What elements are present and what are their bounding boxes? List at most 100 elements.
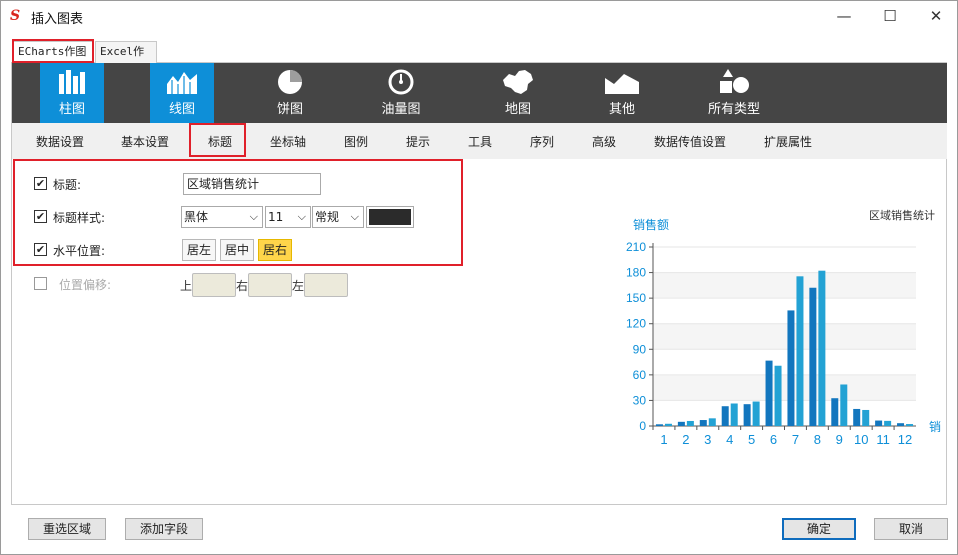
position-offset-row: 位置偏移: 上 右 左 — [21, 273, 361, 299]
bar — [752, 401, 760, 426]
window-title: 插入图表 — [31, 12, 84, 27]
bar — [721, 406, 729, 426]
x-tick-label: 3 — [704, 432, 711, 447]
title-input[interactable]: 区域销售统计 — [183, 173, 321, 195]
bar — [699, 420, 707, 426]
subtab-tools[interactable]: 工具 — [468, 133, 492, 150]
x-tick-label: 11 — [876, 432, 890, 447]
bar — [809, 287, 817, 426]
title-style-checkbox[interactable]: ✔ — [34, 210, 47, 223]
insert-chart-dialog: S 插入图表 — ☐ ✕ ECharts作图 Excel作图 柱图 — [0, 0, 958, 555]
offset-checkbox[interactable] — [34, 277, 47, 290]
hpos-checkbox[interactable]: ✔ — [34, 243, 47, 256]
bar — [840, 384, 848, 426]
chart-type-all-types[interactable]: 所有类型 — [698, 63, 770, 123]
offset-right-input[interactable] — [248, 273, 292, 297]
bar — [765, 360, 773, 426]
chart-type-label: 所有类型 — [707, 102, 760, 117]
title-checkbox[interactable]: ✔ — [34, 177, 47, 190]
x-tick-label: 5 — [748, 432, 755, 447]
font-weight-select[interactable]: 常规 ⌵ — [312, 206, 364, 228]
bar — [730, 403, 738, 426]
maximize-button[interactable]: ☐ — [867, 1, 913, 31]
chart-type-line-chart[interactable]: 线图 — [150, 63, 214, 123]
settings-subtab-bar: 数据设置 基本设置 标题 坐标轴 图例 提示 工具 序列 高级 数据传值设置 扩… — [12, 123, 947, 159]
offset-left-label: 左 — [292, 279, 305, 293]
reselect-area-button[interactable]: 重选区域 — [28, 518, 106, 540]
tab-excel[interactable]: Excel作图 — [95, 41, 157, 78]
y-axis-title: 销售额 — [633, 217, 669, 232]
close-button[interactable]: ✕ — [913, 1, 958, 31]
subtab-title[interactable]: 标题 — [208, 133, 232, 150]
y-tick-label: 120 — [626, 317, 646, 331]
chart-type-pie-chart[interactable]: 饼图 — [258, 63, 322, 123]
align-left-button[interactable]: 居左 — [182, 239, 216, 261]
grid-band — [653, 272, 916, 299]
cancel-button[interactable]: 取消 — [874, 518, 948, 540]
pie-chart-icon — [278, 70, 302, 94]
bar — [818, 270, 826, 426]
title-label: 标题: — [53, 178, 82, 192]
subtab-tooltip[interactable]: 提示 — [406, 133, 430, 150]
bar — [664, 423, 672, 426]
bar — [884, 420, 892, 426]
bar — [686, 420, 694, 426]
title-color-picker[interactable] — [366, 206, 414, 228]
y-tick-label: 150 — [626, 291, 646, 305]
chart-type-other-chart[interactable]: 其他 — [590, 63, 654, 123]
align-center-button[interactable]: 居中 — [220, 239, 254, 261]
y-tick-label: 210 — [626, 240, 646, 254]
subtab-data-pass[interactable]: 数据传值设置 — [654, 133, 726, 150]
title-style-label: 标题样式: — [53, 211, 106, 225]
font-size-value: 11 — [268, 210, 284, 224]
bar — [743, 404, 751, 426]
tab-echarts[interactable]: ECharts作图 — [13, 41, 93, 64]
chart-type-label: 地图 — [504, 102, 531, 117]
font-size-select[interactable]: 11 ⌵ — [265, 206, 311, 228]
chart-preview: 03060901201501802101 2 3 4 5 6 7 8 9 10 11 12销售额区域销… — [626, 208, 941, 447]
bar-chart-icon — [59, 70, 85, 94]
chart-type-label: 其他 — [608, 102, 635, 117]
subtab-extended[interactable]: 扩展属性 — [764, 133, 812, 150]
horizontal-position-row: ✔ 水平位置: 居左 居中 居右 — [21, 239, 321, 261]
chart-type-label: 线图 — [168, 102, 195, 117]
offset-left-input[interactable] — [304, 273, 348, 297]
chart-type-map-chart[interactable]: 地图 — [486, 63, 550, 123]
subtab-data-settings[interactable]: 数据设置 — [36, 133, 84, 150]
chart-title: 区域销售统计 — [869, 208, 935, 222]
offset-label: 位置偏移: — [59, 278, 112, 292]
chart-type-bar-chart[interactable]: 柱图 — [40, 63, 104, 123]
ok-button[interactable]: 确定 — [782, 518, 856, 540]
minimize-button[interactable]: — — [821, 1, 867, 31]
font-weight-value: 常规 — [315, 210, 340, 224]
chart-type-bar: 柱图 线图 饼图 油量图 地图 其他 所有类型 — [12, 63, 947, 123]
title-style-row: ✔ 标题样式: 黑体 ⌵ 11 ⌵ 常规 ⌵ — [21, 206, 441, 228]
x-tick-label: 8 — [814, 432, 821, 447]
y-tick-label: 0 — [639, 419, 646, 433]
x-axis-title: 销 — [929, 420, 941, 434]
hpos-label: 水平位置: — [53, 244, 106, 258]
subtab-legend[interactable]: 图例 — [344, 133, 368, 150]
grid-band — [653, 374, 916, 401]
chart-type-gauge-chart[interactable]: 油量图 — [368, 63, 434, 123]
x-tick-label: 10 — [854, 432, 868, 447]
bar — [655, 424, 663, 426]
gauge-icon — [388, 69, 414, 95]
offset-right-label: 右 — [236, 279, 249, 293]
shapes-icon — [720, 69, 749, 93]
y-tick-label: 180 — [626, 266, 646, 280]
font-family-select[interactable]: 黑体 ⌵ — [181, 206, 263, 228]
subtab-advanced[interactable]: 高级 — [592, 133, 616, 150]
offset-top-input[interactable] — [192, 273, 236, 297]
bar — [708, 418, 716, 426]
chart-type-label: 柱图 — [58, 102, 85, 117]
subtab-axis[interactable]: 坐标轴 — [270, 133, 306, 150]
subtab-series[interactable]: 序列 — [530, 133, 554, 150]
bar — [787, 310, 795, 426]
app-logo-icon: S — [10, 8, 21, 24]
subtab-basic-settings[interactable]: 基本设置 — [121, 133, 169, 150]
bar — [897, 423, 905, 426]
align-right-button[interactable]: 居右 — [258, 239, 292, 261]
add-field-button[interactable]: 添加字段 — [125, 518, 203, 540]
x-tick-label: 1 — [660, 432, 667, 447]
